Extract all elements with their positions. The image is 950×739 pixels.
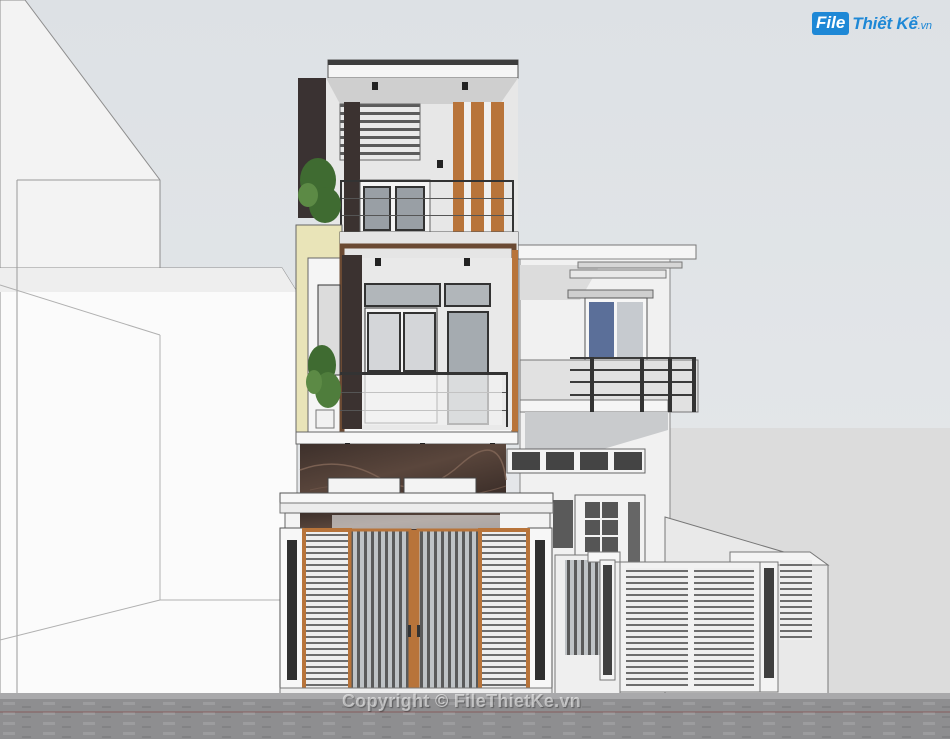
filethietke-logo: File Thiết Kế.vn [812, 12, 932, 35]
house-facade-render [0, 0, 950, 739]
main-gate [279, 527, 553, 697]
logo-brand-text: Thiết Kế.vn [852, 14, 932, 34]
logo-brand-domain: .vn [917, 19, 932, 32]
render-canvas: File Thiết Kế.vn Copyright © FileThietKe… [0, 0, 950, 739]
logo-file-badge: File [812, 12, 850, 35]
copyright-watermark: Copyright © FileThietKe.vn [342, 691, 582, 711]
logo-brand-name: Thiết Kế [852, 13, 918, 33]
